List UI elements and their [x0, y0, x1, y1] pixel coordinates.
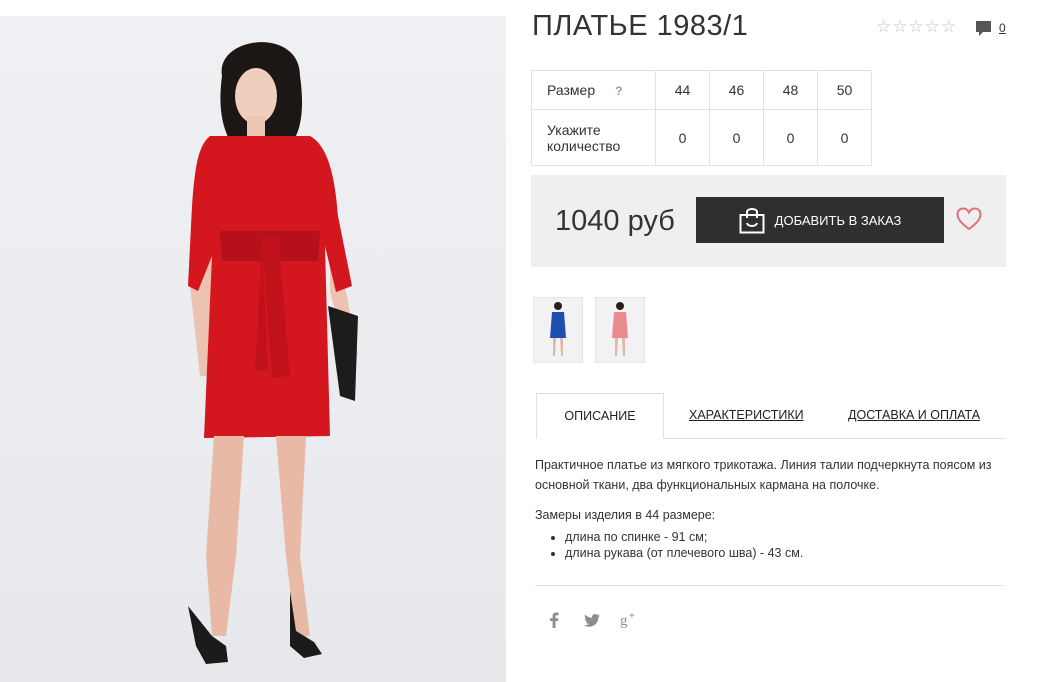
product-info-tabs: ОПИСАНИЕ ХАРАКТЕРИСТИКИ ДОСТАВКА И ОПЛАТ…: [536, 393, 1006, 439]
quantity-input-50[interactable]: 0: [817, 109, 872, 166]
product-photo[interactable]: [0, 16, 506, 682]
variant-thumbnail-pink[interactable]: [595, 297, 645, 363]
quantity-row: Укажите количество 0 0 0 0: [531, 109, 872, 166]
comments-count-link[interactable]: 0: [999, 21, 1006, 35]
product-price: 1040 руб: [555, 205, 675, 237]
size-quantity-table: Размер? 44 46 48 50 Укажите количество 0…: [531, 70, 872, 166]
size-50: 50: [817, 70, 872, 110]
description-text: Практичное платье из мягкого трикотажа. …: [535, 458, 992, 492]
measurements-title: Замеры изделия в 44 размере:: [535, 508, 716, 522]
wishlist-heart-icon[interactable]: [956, 207, 982, 231]
size-label-cell: Размер?: [531, 70, 656, 110]
tab-description[interactable]: ОПИСАНИЕ: [536, 393, 664, 439]
size-label: Размер: [547, 82, 596, 98]
size-row: Размер? 44 46 48 50: [531, 70, 872, 110]
description-panel: Практичное платье из мягкого трикотажа. …: [535, 455, 1010, 561]
size-help-icon[interactable]: ?: [615, 84, 622, 98]
star-icon[interactable]: ☆: [909, 18, 924, 35]
facebook-icon[interactable]: [543, 610, 565, 630]
size-48: 48: [763, 70, 818, 110]
size-44: 44: [655, 70, 710, 110]
model-in-red-dress-image: [188, 42, 358, 664]
add-to-order-label: ДОБАВИТЬ В ЗАКАЗ: [774, 212, 902, 228]
svg-text:+: +: [629, 611, 635, 622]
star-icon[interactable]: ☆: [876, 18, 891, 35]
star-icon[interactable]: ☆: [925, 18, 940, 35]
measurement-item: длина рукава (от плечевого шва) - 43 см.: [565, 545, 1010, 561]
google-plus-icon[interactable]: g +: [619, 610, 641, 630]
pink-dress-thumbnail-image: [612, 302, 628, 356]
star-icon[interactable]: ☆: [941, 18, 956, 35]
tab-characteristics[interactable]: ХАРАКТЕРИСТИКИ: [689, 393, 804, 438]
product-title: ПЛАТЬЕ 1983/1: [532, 10, 749, 42]
quantity-label-line1: Укажите: [547, 121, 601, 138]
rating-stars[interactable]: ☆ ☆ ☆ ☆ ☆: [876, 18, 956, 35]
svg-text:g: g: [620, 613, 628, 629]
quantity-label-line2: количество: [547, 137, 621, 154]
star-icon[interactable]: ☆: [892, 18, 907, 35]
tab-delivery-payment[interactable]: ДОСТАВКА И ОПЛАТА: [848, 393, 980, 438]
twitter-icon[interactable]: [581, 610, 603, 630]
comment-icon[interactable]: [975, 20, 992, 37]
divider: [535, 585, 1005, 586]
variant-thumbnail-blue[interactable]: [533, 297, 583, 363]
quantity-label-cell: Укажите количество: [531, 109, 656, 166]
size-46: 46: [709, 70, 764, 110]
measurements-list: длина по спинке - 91 см; длина рукава (о…: [535, 529, 1010, 561]
measurement-item: длина по спинке - 91 см;: [565, 529, 1010, 545]
quantity-input-46[interactable]: 0: [709, 109, 764, 166]
blue-dress-thumbnail-image: [550, 302, 566, 356]
add-to-order-button[interactable]: ДОБАВИТЬ В ЗАКАЗ: [696, 197, 944, 243]
buy-box: 1040 руб ДОБАВИТЬ В ЗАКАЗ: [531, 175, 1006, 267]
shopping-bag-icon: [739, 208, 765, 234]
quantity-input-44[interactable]: 0: [655, 109, 710, 166]
quantity-input-48[interactable]: 0: [763, 109, 818, 166]
